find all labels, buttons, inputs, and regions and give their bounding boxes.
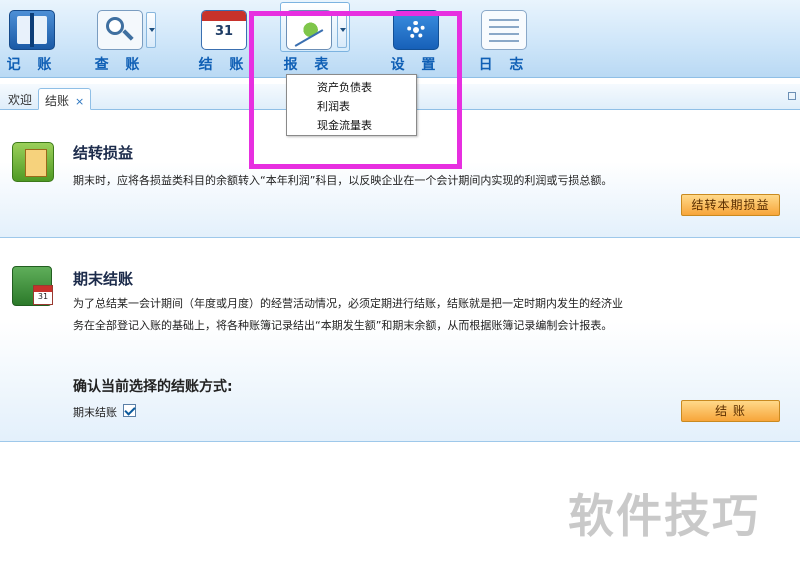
period-end-closing-checkbox[interactable] xyxy=(123,404,136,417)
confirm-closing-method-label: 确认当前选择的结账方式: xyxy=(73,379,233,395)
tab-welcome[interactable]: 欢迎 xyxy=(2,88,38,110)
calendar-day-number: 31 xyxy=(37,292,49,301)
toolbar-query-button[interactable]: 查 账 xyxy=(92,0,162,78)
section-description-line1: 为了总结某一会计期间（年度或月度）的经营活动情况，必须定期进行结账，结账就是把一… xyxy=(73,297,623,310)
restore-window-icon[interactable] xyxy=(788,92,796,100)
tab-label: 结账 xyxy=(45,94,70,108)
annotation-highlight-box xyxy=(249,11,462,169)
closing-book-icon: 31 xyxy=(12,266,53,306)
section-title: 期末结账 xyxy=(73,270,134,288)
toolbar-label: 记 账 xyxy=(6,57,58,73)
tab-label: 欢迎 xyxy=(8,93,33,107)
toolbar-closing-button[interactable]: 31 结 账 xyxy=(196,0,252,78)
tab-closing[interactable]: 结账 × xyxy=(38,88,92,110)
calendar-day-number: 31 xyxy=(214,24,234,39)
toolbar-bookkeeping-button[interactable]: 记 账 xyxy=(4,0,60,78)
period-closing-panel: 31 期末结账 为了总结某一会计期间（年度或月度）的经营活动情况，必须定期进行结… xyxy=(0,242,800,442)
watermark-text: 软件技巧 xyxy=(568,489,760,543)
app-window: 记 账 查 账 31 结 账 报 表 设 置 日 志 欢迎 结账 × 结转损益 … xyxy=(0,0,800,571)
toolbar-label: 查 账 xyxy=(94,57,146,73)
toolbar-log-button[interactable]: 日 志 xyxy=(476,0,532,78)
ledger-book-icon xyxy=(9,10,55,50)
profit-transfer-icon xyxy=(12,142,54,182)
section-description: 期末时，应将各损益类科目的余额转入“本年利润”科目，以反映企业在一个会计期间内实… xyxy=(73,174,613,187)
log-list-icon xyxy=(481,10,527,50)
section-title: 结转损益 xyxy=(73,144,134,162)
query-dropdown-arrow[interactable] xyxy=(146,12,156,48)
magnifier-chart-icon xyxy=(97,10,143,50)
close-icon[interactable]: × xyxy=(75,95,84,108)
toolbar-label: 日 志 xyxy=(478,57,530,73)
checkbox-label: 期末结账 xyxy=(73,406,117,419)
calendar-icon: 31 xyxy=(201,10,247,50)
close-books-button[interactable]: 结 账 xyxy=(681,400,780,422)
toolbar-label: 结 账 xyxy=(198,57,250,73)
transfer-profit-loss-button[interactable]: 结转本期损益 xyxy=(681,194,780,216)
section-description-line2: 务在全部登记入账的基础上，将各种账簿记录结出“本期发生额”和期末余额，从而根据账… xyxy=(73,319,613,332)
